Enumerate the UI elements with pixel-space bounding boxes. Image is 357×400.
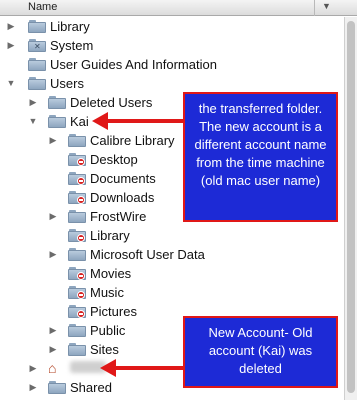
folder-icon [68,342,86,356]
tree-row-movies[interactable]: Movies [0,264,344,283]
tree-row-system[interactable]: ▶ ✕ System [0,36,344,55]
home-icon: ⌂ [48,360,57,376]
row-label: Calibre Library [90,133,175,148]
annotation-arrow-shaft [104,119,184,123]
row-label: Microsoft User Data [90,247,205,262]
disclosure-collapsed-icon[interactable]: ▶ [48,135,58,145]
folder-icon [68,323,86,337]
column-separator[interactable] [314,0,315,16]
annotation-arrow-head-icon [100,359,116,377]
tree-row-kai-library[interactable]: Library [0,226,344,245]
disclosure-collapsed-icon[interactable]: ▶ [28,97,38,107]
row-label: Shared [70,380,112,395]
folder-icon [68,247,86,261]
no-access-folder-icon [68,285,86,299]
disclosure-collapsed-icon[interactable]: ▶ [28,382,38,392]
disclosure-collapsed-icon[interactable]: ▶ [6,21,16,31]
row-label: System [50,38,94,53]
no-access-folder-icon [68,171,86,185]
name-column-label[interactable]: Name [28,1,57,13]
annotation-new-account: New Account- Old account (Kai) was delet… [183,316,338,388]
folder-icon [28,57,46,71]
row-label: Downloads [90,190,155,205]
no-access-folder-icon [68,152,86,166]
tree-row-library[interactable]: ▶ Library [0,17,344,36]
column-header[interactable]: Name ▼ [0,0,357,16]
sort-indicator-icon: ▼ [322,1,331,11]
row-label: Desktop [90,152,138,167]
folder-icon [68,133,86,147]
scrollbar-thumb[interactable] [347,21,355,393]
annotation-arrow-head-icon [92,112,108,130]
disclosure-collapsed-icon[interactable]: ▶ [48,344,58,354]
disclosure-collapsed-icon[interactable]: ▶ [48,325,58,335]
row-label: Users [50,76,84,91]
folder-icon [48,114,66,128]
disclosure-collapsed-icon[interactable]: ▶ [28,363,38,373]
tree-row-users[interactable]: ▼ Users [0,74,344,93]
vertical-scrollbar[interactable] [344,17,357,400]
tree-row-microsoft-user-data[interactable]: ▶ Microsoft User Data [0,245,344,264]
row-label: FrostWire [90,209,147,224]
no-access-folder-icon [68,266,86,280]
row-label: Library [90,228,130,243]
row-label: Pictures [90,304,137,319]
tree-row-music[interactable]: Music [0,283,344,302]
folder-icon [48,95,66,109]
tree-row-user-guides[interactable]: User Guides And Information [0,55,344,74]
row-label: Library [50,19,90,34]
row-label: Movies [90,266,132,281]
no-access-folder-icon [68,228,86,242]
finder-list-view: Name ▼ ▶ Library ▶ ✕ System User Guides … [0,0,357,400]
disclosure-expanded-icon[interactable]: ▼ [6,78,16,88]
system-folder-icon: ✕ [28,38,46,52]
row-label: Documents [90,171,156,186]
annotation-arrow-shaft [114,366,184,370]
row-label: User Guides And Information [50,57,217,72]
folder-icon [28,19,46,33]
row-label: Deleted Users [70,95,153,110]
disclosure-collapsed-icon[interactable]: ▶ [48,211,58,221]
row-label: Kai [70,114,89,129]
row-label: Sites [90,342,119,357]
row-label: Public [90,323,126,338]
folder-icon [28,76,46,90]
folder-icon [68,209,86,223]
disclosure-collapsed-icon[interactable]: ▶ [6,40,16,50]
annotation-transferred-folder: the transferred folder. The new account … [183,92,338,222]
no-access-folder-icon [68,304,86,318]
disclosure-expanded-icon[interactable]: ▼ [28,116,38,126]
folder-icon [48,380,66,394]
no-access-folder-icon [68,190,86,204]
disclosure-collapsed-icon[interactable]: ▶ [48,249,58,259]
row-label: Music [90,285,124,300]
